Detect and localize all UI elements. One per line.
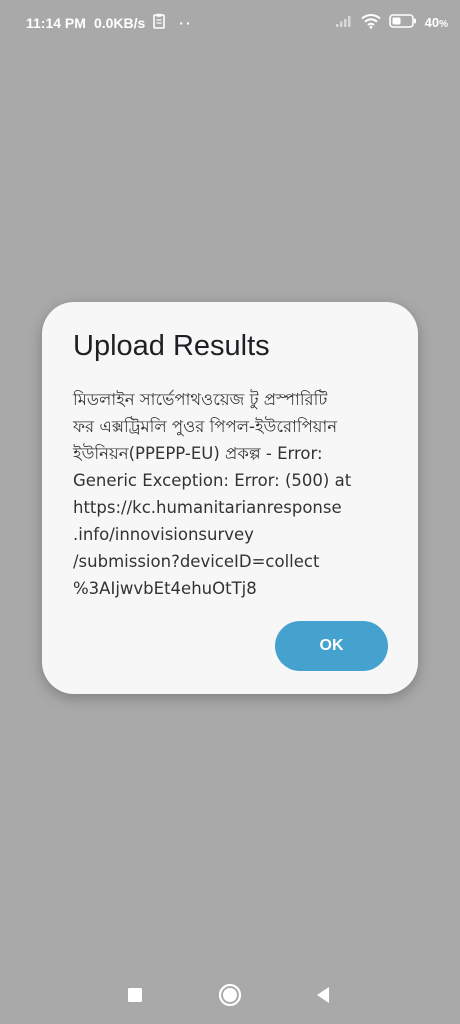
status-right: 40% (335, 13, 448, 32)
dialog-title: Upload Results (73, 330, 270, 362)
message-line: /submission?deviceID=collect (73, 552, 320, 571)
back-triangle-icon[interactable] (308, 980, 338, 1010)
wifi-icon (360, 13, 381, 32)
recents-square-icon[interactable] (120, 980, 150, 1010)
signal-icon (335, 14, 353, 31)
upload-results-dialog: Upload Results মিডলাইন সার্ভেপাথওয়েজ টু… (42, 302, 418, 694)
message-line: https://kc.humanitarianresponse (73, 498, 342, 517)
home-circle-icon[interactable] (215, 980, 245, 1010)
more-notifications-icon: ·· (179, 14, 193, 31)
status-bar: 11:14 PM 0.0KB/s ·· 40% (0, 0, 460, 44)
message-line: .info/innovisionsurvey (73, 525, 254, 544)
message-line: Generic Exception: Error: (500) at (73, 471, 352, 490)
message-line: ইউনিয়ন(PPEPP-EU) প্রকল্প - Error: (73, 444, 323, 463)
message-line: ফর এক্সট্রিমলি পুওর পিপল-ইউরোপিয়ান (73, 417, 338, 436)
navigation-bar (0, 968, 460, 1024)
message-line: মিডলাইন সার্ভেপাথওয়েজ টু প্রস্পারিটি (73, 390, 328, 409)
battery-icon (388, 14, 417, 31)
status-time: 11:14 PM (26, 14, 86, 31)
battery-percent: 40% (424, 15, 448, 30)
clipboard-icon (153, 13, 166, 32)
network-speed: 0.0KB/s (93, 14, 146, 31)
status-left: 11:14 PM 0.0KB/s ·· (26, 13, 193, 32)
dialog-message: মিডলাইন সার্ভেপাথওয়েজ টু প্রস্পারিটি ফর… (73, 386, 398, 602)
ok-button[interactable]: OK (275, 621, 388, 671)
message-line: %3AIjwvbEt4ehuOtTj8 (73, 579, 257, 598)
